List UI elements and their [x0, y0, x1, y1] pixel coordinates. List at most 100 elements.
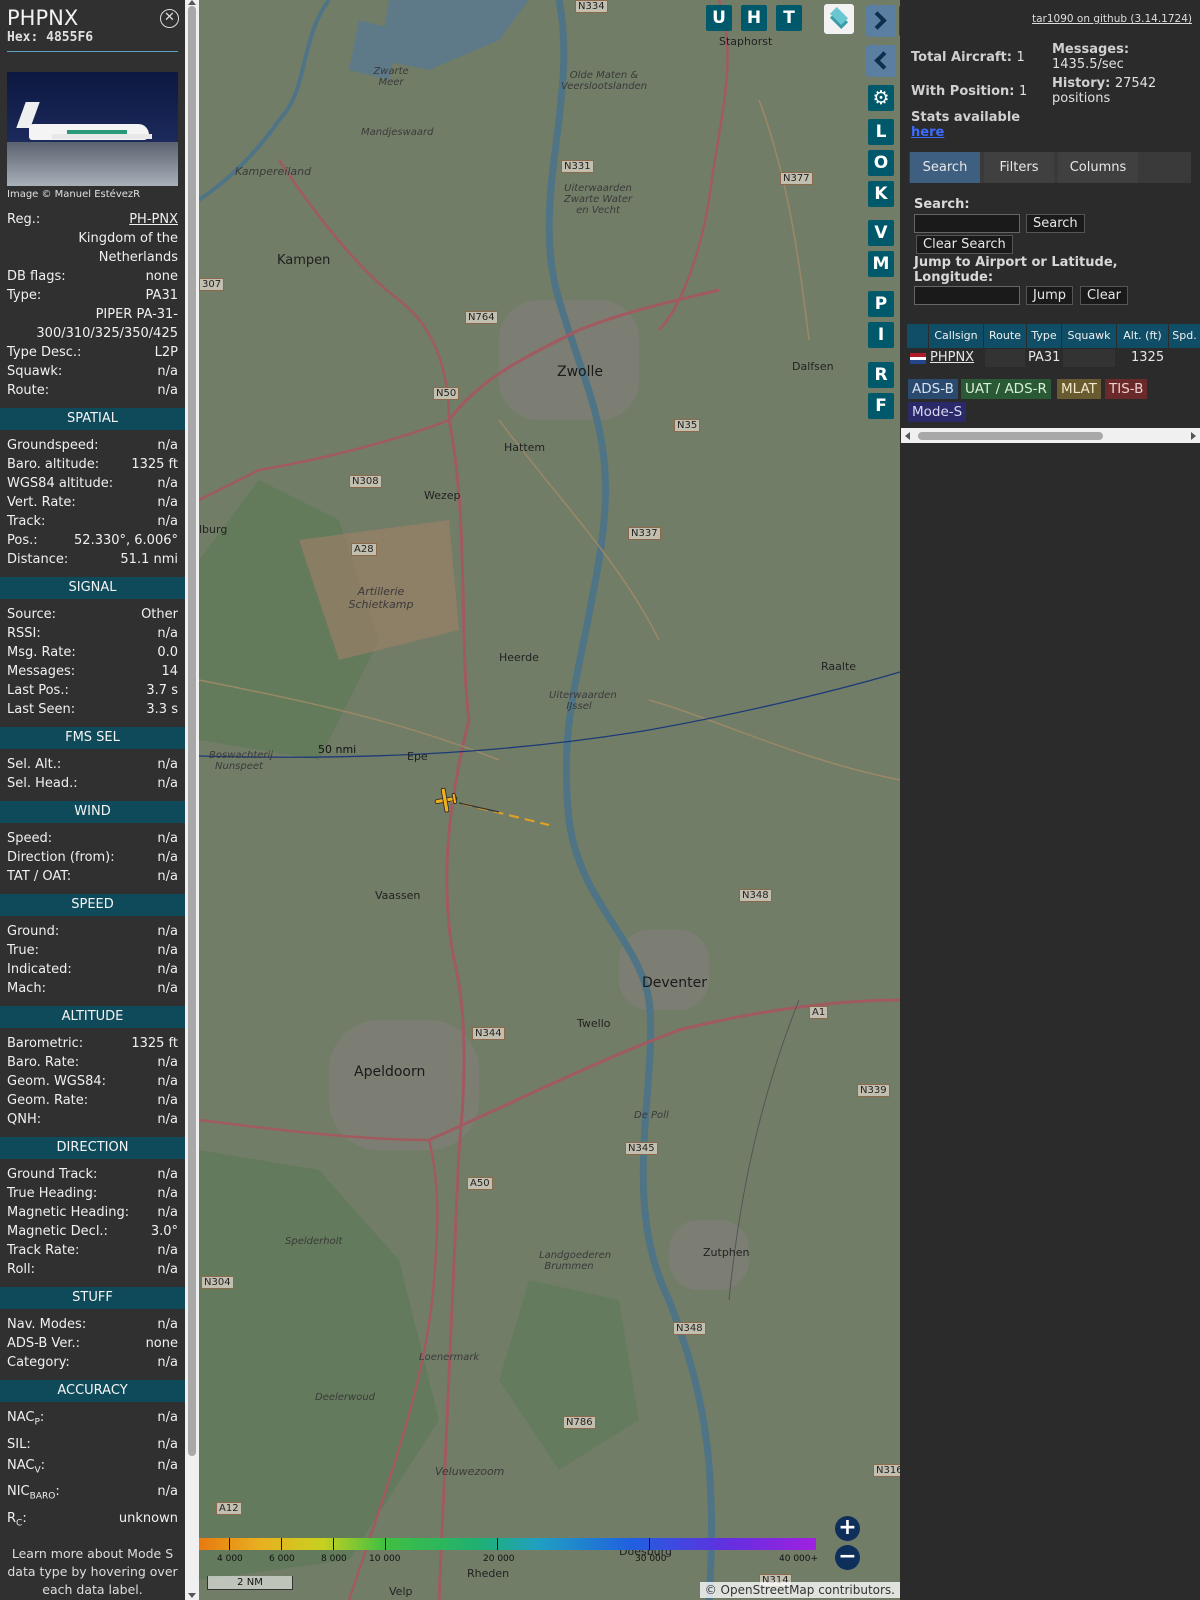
toggle-r-button[interactable]: R [868, 362, 894, 388]
place-label: Loenermark [419, 1352, 480, 1363]
selected-hex: Hex: 4855F6 [7, 30, 178, 45]
map-view[interactable]: Zwolle Deventer Apeldoorn Kampen Hattem … [199, 0, 900, 1600]
close-icon[interactable]: ✕ [160, 9, 179, 28]
speed-row: Mach: n/a [0, 979, 185, 998]
place-label: De Poll [634, 1110, 669, 1121]
search-button[interactable]: Search [1026, 214, 1085, 233]
field-value: n/a [157, 1186, 178, 1201]
place-label: Mandjeswaard [361, 127, 434, 138]
direction-row: Roll: n/a [0, 1260, 185, 1279]
place-label: Staphorst [719, 35, 773, 48]
color-scale-label: 8 000 [321, 1554, 347, 1564]
zoom-in-button[interactable]: + [835, 1516, 860, 1541]
legend-uat[interactable]: UAT / ADS-R [961, 379, 1051, 399]
map-attribution[interactable]: © OpenStreetMap contributors. [699, 1582, 900, 1598]
road-label: N331 [561, 160, 594, 173]
toggle-u-button[interactable]: U [706, 5, 732, 31]
prev-aircraft-button[interactable] [866, 45, 896, 77]
zoom-out-button[interactable]: − [835, 1545, 860, 1570]
aircraft-photo[interactable] [7, 72, 178, 186]
field-label: Nav. Modes: [7, 1317, 87, 1332]
col-altitude[interactable]: Alt. (ft) [1117, 324, 1169, 348]
clear-jump-button[interactable]: Clear [1080, 286, 1128, 305]
field-label: Vert. Rate: [7, 495, 76, 510]
field-value: n/a [157, 1355, 178, 1370]
signal-row: Last Pos.: 3.7 s [0, 681, 185, 700]
toggle-i-button[interactable]: I [868, 322, 894, 348]
table-horizontal-scrollbar[interactable] [901, 428, 1200, 443]
speed-row: Ground: n/a [0, 922, 185, 941]
toggle-k-button[interactable]: K [868, 181, 894, 207]
tab-filters[interactable]: Filters [984, 152, 1054, 183]
github-link[interactable]: tar1090 on github (3.14.1724) [1032, 13, 1192, 25]
field-label: TAT / OAT: [7, 869, 72, 884]
spatial-row: Distance: 51.1 nmi [0, 550, 185, 569]
col-type[interactable]: Type [1027, 324, 1062, 348]
stats-available: Stats available here [911, 110, 1021, 140]
fms-row: Sel. Alt.: n/a [0, 755, 185, 774]
reg-link[interactable]: PH-PNX [129, 210, 178, 229]
spatial-row: Track: n/a [0, 512, 185, 531]
direction-row: Magnetic Decl.: 3.0° [0, 1222, 185, 1241]
hex-value: 4855F6 [46, 30, 94, 45]
model-value: PIPER PA-31-300/310/325/350/425 [36, 307, 178, 341]
col-route[interactable]: Route [984, 324, 1027, 348]
field-label: Distance: [7, 552, 69, 567]
type-row: Type: PA31 [7, 288, 178, 303]
altitude-color-scale [199, 1538, 816, 1550]
info-panel-scrollbar[interactable] [185, 0, 199, 1600]
map-base-layer [199, 0, 900, 1600]
panel-tabs: Search Filters Columns [909, 152, 1191, 183]
field-label: Msg. Rate: [7, 645, 76, 660]
place-label: Zwarte Meer [373, 66, 409, 88]
place-label: Hattem [504, 441, 546, 454]
jump-button[interactable]: Jump [1026, 286, 1073, 305]
place-label: Deelerwoud [315, 1392, 376, 1403]
field-value: 14 [161, 664, 178, 679]
stuff-row: ADS-B Ver.: none [0, 1334, 185, 1353]
field-label: Last Pos.: [7, 683, 69, 698]
col-squawk[interactable]: Squawk [1062, 324, 1117, 348]
stuff-row: Category: n/a [0, 1353, 185, 1372]
toggle-m-button[interactable]: M [868, 251, 894, 277]
row-callsign[interactable]: PHPNX [930, 349, 974, 367]
toggle-t-button[interactable]: T [776, 5, 802, 31]
tab-search[interactable]: Search [910, 152, 980, 183]
settings-gear-icon[interactable]: ⚙ [868, 85, 894, 111]
toggle-o-button[interactable]: O [868, 150, 894, 176]
field-label: Last Seen: [7, 702, 76, 717]
stats-here-link[interactable]: here [911, 125, 1020, 140]
field-label: Groundspeed: [7, 438, 99, 453]
toggle-p-button[interactable]: P [868, 291, 894, 317]
field-label: QNH: [7, 1112, 42, 1127]
speed-row: Indicated: n/a [0, 960, 185, 979]
legend-modes[interactable]: Mode-S [908, 402, 967, 422]
road-label: A50 [467, 1177, 493, 1190]
toggle-f-button[interactable]: F [868, 393, 894, 419]
squawk-row: Squawk: n/a [7, 364, 178, 379]
legend-adsb[interactable]: ADS-B [908, 379, 958, 399]
tab-columns[interactable]: Columns [1058, 152, 1138, 183]
col-speed[interactable]: Spd. [1169, 324, 1200, 348]
section-stuff: STUFF [0, 1287, 185, 1309]
search-input[interactable] [914, 214, 1020, 233]
toggle-v-button[interactable]: V [868, 220, 894, 246]
toggle-l-button[interactable]: L [868, 119, 894, 145]
aircraft-marker-icon[interactable] [431, 785, 461, 815]
road-label: N786 [563, 1416, 596, 1429]
col-flag[interactable] [907, 324, 929, 348]
field-value: n/a [157, 1167, 178, 1182]
legend-mlat[interactable]: MLAT [1057, 379, 1101, 399]
legend-tisb[interactable]: TIS-B [1105, 379, 1148, 399]
col-callsign[interactable]: Callsign [929, 324, 984, 348]
jump-input[interactable] [914, 286, 1020, 305]
clear-search-button[interactable]: Clear Search [916, 235, 1013, 254]
field-label: Ground Track: [7, 1167, 98, 1182]
field-label: Direction (from): [7, 850, 115, 865]
layers-icon[interactable] [824, 4, 854, 34]
field-value: n/a [157, 438, 178, 453]
nacp-row: NACP: n/a [7, 1410, 178, 1428]
next-aircraft-button[interactable] [866, 5, 896, 37]
toggle-h-button[interactable]: H [741, 5, 767, 31]
search-label: Search: [914, 197, 970, 212]
